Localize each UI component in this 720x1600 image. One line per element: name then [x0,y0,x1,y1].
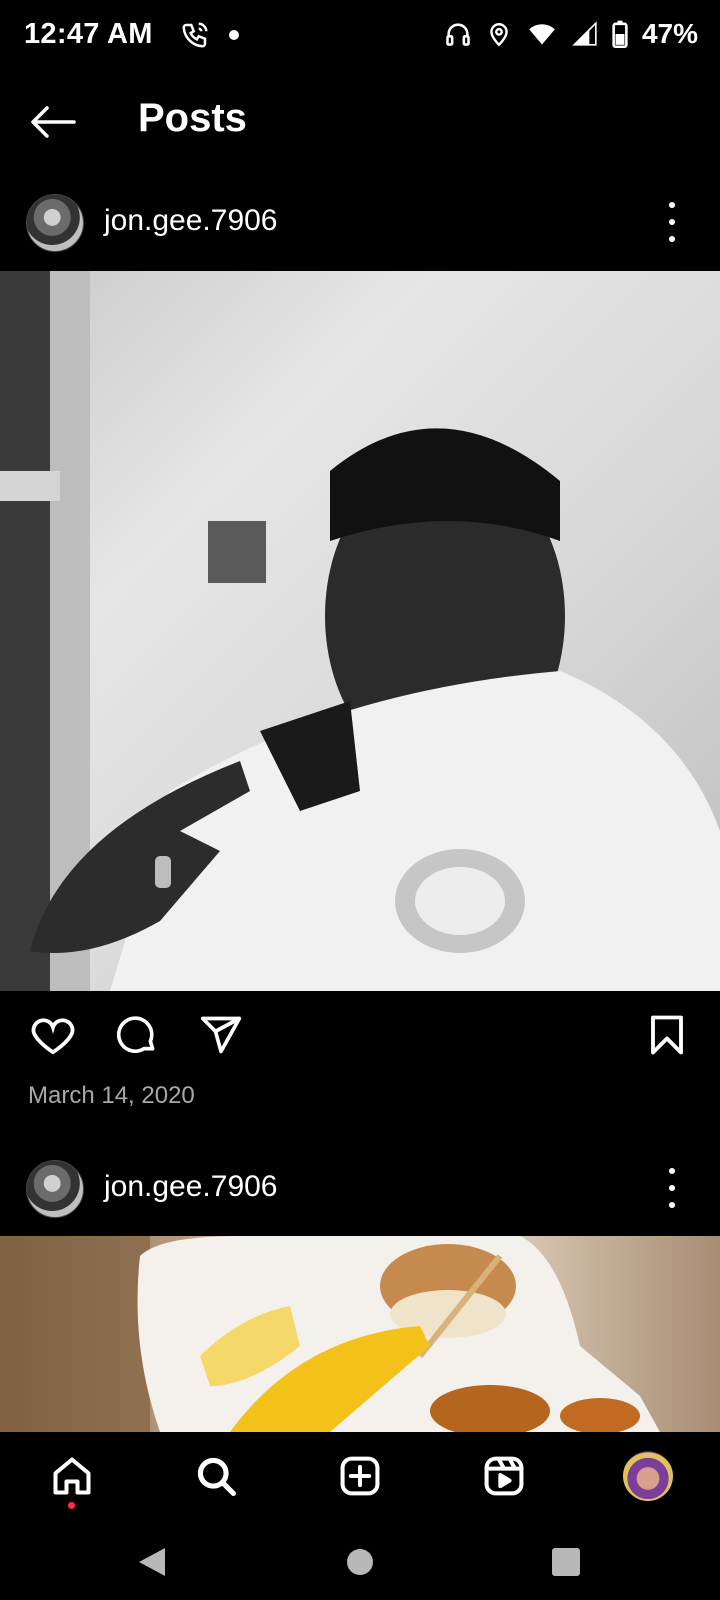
nav-search[interactable] [186,1446,246,1506]
battery-percent: 47% [641,18,698,49]
status-bar: 12:47 AM 47% [0,0,720,72]
nav-home[interactable] [42,1446,102,1506]
circle-home-icon [347,1549,373,1575]
post-photo[interactable] [0,271,720,991]
more-dot [669,202,675,208]
battery-icon [612,20,628,48]
status-left-icons [180,20,240,50]
header: Posts [0,72,720,172]
wifi-calling-icon [182,22,208,48]
heart-icon [31,1018,75,1055]
nav-profile[interactable] [618,1446,678,1506]
system-recents-button[interactable] [546,1542,586,1582]
home-icon [53,1457,91,1495]
location-icon [490,23,508,47]
more-dot [669,1202,675,1208]
system-navigation [0,1520,720,1600]
more-dot [669,219,675,225]
post-header: jon.gee.7906 [0,1142,720,1234]
food-photo-illustration [0,1236,660,1432]
share-button[interactable] [196,1010,246,1060]
more-dot [669,1168,675,1174]
more-options-button[interactable] [662,202,682,242]
create-icon [340,1456,380,1496]
comment-icon [116,1016,155,1053]
status-time: 12:47 AM [24,18,153,50]
home-notification-dot [68,1502,75,1509]
reels-icon [484,1456,524,1496]
avatar[interactable] [26,194,84,252]
system-back-button[interactable] [132,1542,172,1582]
save-button[interactable] [642,1010,692,1060]
profile-avatar [623,1451,673,1501]
signal-icon [572,21,597,46]
comment-button[interactable] [112,1010,162,1060]
headphones-icon [446,23,470,46]
avatar[interactable] [26,1160,84,1218]
selfie-photo-illustration [0,271,720,991]
nav-reels[interactable] [474,1446,534,1506]
bottom-navigation [0,1432,720,1520]
more-dot [669,236,675,242]
wifi-icon [529,24,555,45]
bookmark-icon [651,1015,683,1055]
post-header: jon.gee.7906 [0,176,720,268]
send-icon [200,1016,242,1054]
square-recents-icon [552,1548,580,1576]
page-title: Posts [138,96,247,140]
more-options-button[interactable] [662,1168,682,1208]
post-username[interactable]: jon.gee.7906 [104,1170,278,1204]
status-right-icons: 47% [444,18,698,50]
arrow-left-icon [31,106,76,138]
triangle-back-icon [139,1548,165,1576]
post-date: March 14, 2020 [28,1082,195,1109]
post-photo[interactable] [0,1236,720,1432]
nav-create[interactable] [330,1446,390,1506]
post-action-bar [0,1000,720,1070]
system-home-button[interactable] [340,1542,380,1582]
back-button[interactable] [28,100,78,144]
like-button[interactable] [28,1010,78,1060]
notification-dot-icon [229,30,239,40]
more-dot [669,1185,675,1191]
search-icon [197,1457,236,1496]
post-username[interactable]: jon.gee.7906 [104,204,278,238]
